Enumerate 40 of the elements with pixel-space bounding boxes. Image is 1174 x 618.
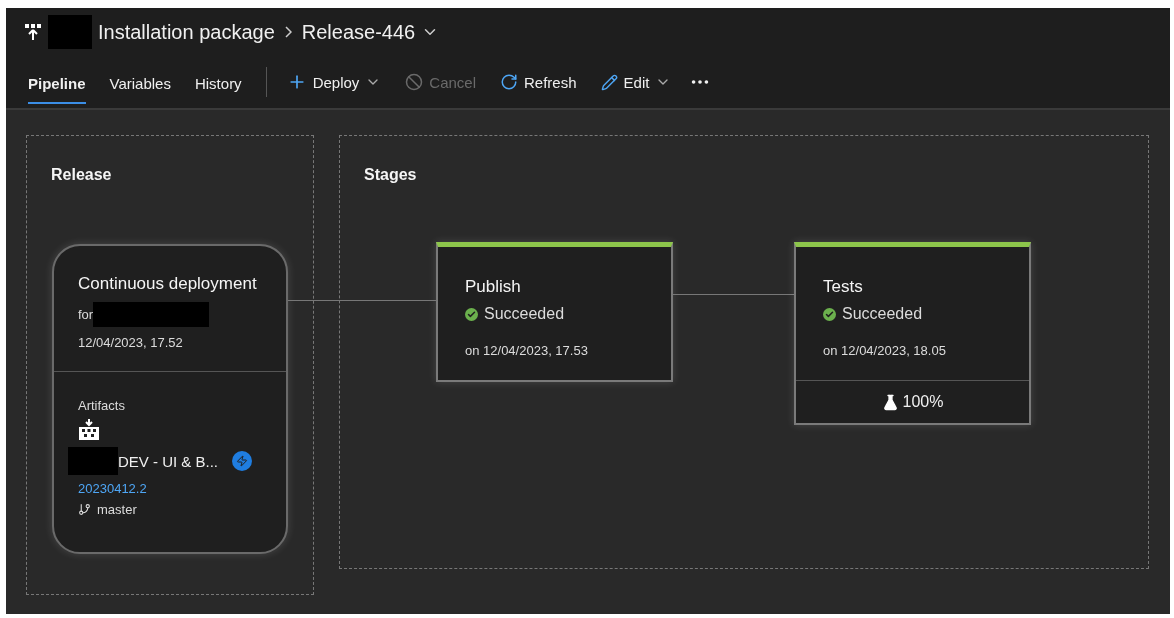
branch-name: master — [97, 502, 137, 517]
pencil-icon — [600, 73, 618, 91]
tab[interactable]: History — [194, 60, 242, 104]
branch-icon — [78, 503, 91, 516]
stage-card[interactable]: Tests Succeeded on 12/04/2023, 18.05 100% — [794, 242, 1031, 425]
stage-name: Publish — [465, 277, 522, 297]
redaction-block — [68, 447, 118, 475]
status-icon — [465, 307, 478, 321]
deploy-button[interactable]: Deploy — [280, 68, 388, 96]
redaction-block — [48, 15, 92, 49]
stage-time: on 12/04/2023, 18.05 — [823, 343, 947, 358]
status-text: Succeeded — [842, 305, 923, 323]
release-card[interactable]: Continuous deployment for 12/04/2023, 17.52 Artifacts DEV - UI & B... 20230412.2 master — [52, 244, 288, 554]
section-title: Release — [50, 165, 113, 184]
artifact-name: DEV - UI & B... — [118, 452, 219, 470]
ban-icon — [405, 73, 424, 91]
status-icon — [823, 307, 836, 321]
test-pass-rate: 100% — [902, 393, 944, 411]
breadcrumb-item[interactable]: Installation package — [98, 20, 275, 44]
trigger-date: 12/04/2023, 17.52 — [78, 335, 184, 350]
artifacts-label: Artifacts — [78, 398, 126, 413]
refresh-icon — [500, 73, 519, 91]
pipeline-icon — [24, 23, 42, 41]
tab[interactable]: Pipeline — [28, 60, 86, 104]
stage-card[interactable]: Publish Succeeded on 12/04/2023, 17.53 — [436, 242, 673, 382]
status-text: Succeeded — [484, 305, 565, 323]
edit-button[interactable]: Edit — [594, 69, 678, 95]
for-label: for — [78, 307, 94, 322]
flask-icon — [881, 393, 899, 411]
refresh-button[interactable]: Refresh — [494, 69, 583, 95]
trigger-title: Continuous deployment — [78, 274, 258, 294]
tab[interactable]: Variables — [109, 60, 171, 104]
stage-time: on 12/04/2023, 17.53 — [465, 343, 589, 358]
artifact-version-link[interactable]: 20230412.2 — [78, 481, 286, 496]
chevron-right-icon — [284, 26, 292, 38]
trigger-badge-icon — [232, 451, 253, 471]
breadcrumb-item[interactable]: Release-446 — [301, 20, 416, 44]
stage-name: Tests — [823, 277, 864, 297]
section-title: Stages — [363, 165, 418, 184]
build-icon — [78, 419, 100, 441]
